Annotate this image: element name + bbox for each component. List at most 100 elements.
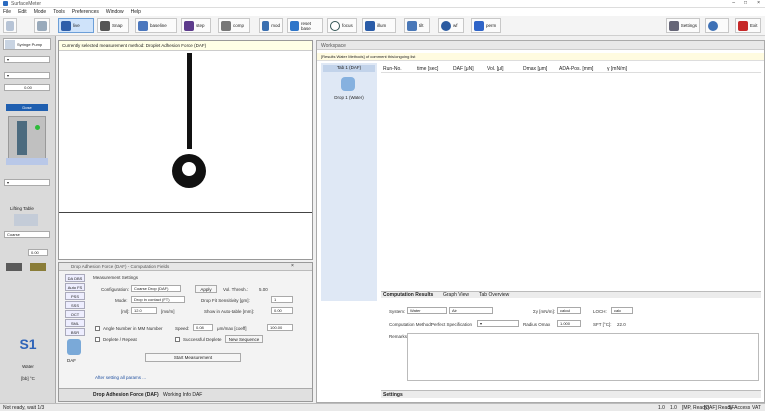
fit-sensitivity-field[interactable]: 1 (271, 296, 293, 303)
status-r1: 1.0 (658, 405, 665, 411)
lift-speed-select[interactable]: Coarse (4, 231, 50, 238)
computation-method-label: Computation Method: (389, 322, 433, 327)
pump-select[interactable]: ▾ (4, 56, 50, 63)
apply-button[interactable]: Apply (195, 285, 217, 293)
sub-field[interactable]: Air (449, 307, 493, 314)
reset-base-button[interactable]: reset base (287, 18, 323, 33)
mod-button[interactable]: mod (259, 18, 283, 33)
minimize-icon[interactable]: – (732, 0, 735, 6)
tab-working-info[interactable]: Working Info DAF (163, 392, 202, 398)
illum-button[interactable]: illum (362, 18, 396, 33)
lift-down-button[interactable] (6, 263, 22, 271)
side-tab-dadbs[interactable]: DA DBS (65, 274, 85, 282)
side-tab-bsr[interactable]: BSR (65, 328, 85, 336)
system-field[interactable]: Water (407, 307, 447, 314)
info-button[interactable] (705, 18, 729, 33)
info-icon (708, 20, 718, 31)
speed-field[interactable]: 0.08 (193, 324, 213, 331)
module-icon (262, 20, 270, 31)
baseline-button[interactable]: baseline (135, 18, 177, 33)
video-icon (61, 20, 71, 31)
drop-item[interactable]: Drop 1 (Water) (323, 95, 375, 100)
method-select[interactable]: ▾ (477, 320, 519, 327)
f1-label: [ml]: (121, 309, 130, 314)
deplete-checkbox[interactable] (95, 337, 100, 342)
remarks-textarea[interactable] (407, 333, 759, 381)
globe-icon (441, 20, 451, 31)
side-tab-sss[interactable]: SSS (65, 301, 85, 309)
menu-window[interactable]: Window (106, 9, 124, 15)
comp-button[interactable]: comp (218, 18, 250, 33)
edit-button[interactable] (34, 18, 50, 33)
show-label: Show in Auto-table [mm]: (204, 309, 255, 314)
close-icon[interactable]: × (757, 0, 760, 6)
lift-up-button[interactable] (30, 263, 46, 271)
camera-icon (100, 20, 110, 31)
wf-button[interactable]: wf (438, 18, 464, 33)
tab-graph-view[interactable]: Graph View (443, 292, 469, 298)
dose-button[interactable]: Dose (6, 104, 48, 111)
menu-file[interactable]: File (3, 9, 11, 15)
focus-button[interactable]: focus (327, 18, 357, 33)
rate-select[interactable]: ▾ (4, 72, 50, 79)
show-field[interactable]: 0.00 (271, 307, 293, 314)
mode-select[interactable]: Drop in contact (FT) (131, 296, 185, 303)
tab-daf[interactable]: Drop Adhesion Force (DAF) (93, 392, 159, 398)
menu-tools[interactable]: Tools (53, 9, 65, 15)
method-banner: Currently selected measurement method: D… (59, 41, 312, 51)
sigma-field[interactable]: calcul (557, 307, 581, 314)
new-sequence-button[interactable]: New Sequence (225, 335, 263, 343)
daf-dialog: Drop Adhesion Force (DAF) - Computation … (58, 262, 313, 402)
exit-button[interactable]: Exit (735, 18, 761, 33)
run-button[interactable]: perm (471, 18, 501, 33)
home-button[interactable] (3, 18, 17, 33)
group-label: Measurement Settings (93, 275, 139, 280)
step-button[interactable]: step (181, 18, 211, 33)
start-measurement-button[interactable]: Start Measurement (145, 353, 241, 362)
menu-help[interactable]: Help (131, 9, 141, 15)
results-table-header: Run-No. time [sec] DAF [μN] Vol. [μl] Dm… (381, 65, 761, 73)
light-icon (365, 20, 375, 31)
refill-button[interactable] (6, 158, 48, 165)
side-tab-autofs[interactable]: Auto FS (65, 283, 85, 291)
droplet-image (172, 53, 206, 188)
settings-button[interactable]: Settings (666, 18, 700, 33)
config-select[interactable]: Coarse Drop (DAF) (131, 285, 181, 292)
side-tab-sml[interactable]: SML (65, 319, 85, 327)
side-tab-pss[interactable]: PSS (65, 292, 85, 300)
tab-settings[interactable]: Settings (383, 392, 403, 398)
mode-select[interactable]: ▾ (4, 179, 50, 186)
maximize-icon[interactable]: □ (744, 0, 747, 6)
sft-value: 22.0 (617, 322, 626, 327)
loch-label: LOCH: (593, 309, 607, 314)
speed-field-2[interactable]: 100.00 (267, 324, 293, 331)
live-button[interactable]: live (58, 18, 94, 33)
menu-mode[interactable]: Mode (34, 9, 47, 15)
drop-tab[interactable]: Tab 1 (DAF) (323, 65, 375, 72)
dialog-close-icon[interactable]: × (291, 263, 294, 269)
volume-field[interactable]: 0.00 (4, 84, 50, 91)
side-tab-oct[interactable]: OCT (65, 310, 85, 318)
gear-icon (669, 20, 679, 31)
col-gamma: γ [mN/m] (607, 66, 627, 72)
temperature-readout: [bb] °C (21, 376, 35, 381)
after-setting-link[interactable]: After setting all params ... (95, 375, 146, 380)
angle-checkbox[interactable] (95, 326, 100, 331)
lift-position-field[interactable]: 0.00 (28, 249, 48, 256)
tilt-button[interactable]: tilt (404, 18, 430, 33)
tab-computation-results[interactable]: Computation Results (383, 292, 433, 298)
syringe-icon (5, 40, 15, 49)
radius-label: Radius Omax (523, 322, 551, 327)
menu-edit[interactable]: Edit (18, 9, 27, 15)
snap-button[interactable]: Snap (97, 18, 129, 33)
menu-preferences[interactable]: Preferences (72, 9, 99, 15)
radius-field[interactable]: 1.000 (557, 320, 581, 327)
loch-field[interactable]: calc (611, 307, 633, 314)
tab-overview[interactable]: Tab Overview (479, 292, 509, 298)
successful-checkbox[interactable] (175, 337, 180, 342)
baseline-line (59, 212, 312, 213)
fit-sensitivity-label: Drop Fit Sensitivity [gm]: (201, 298, 250, 303)
syringe-pump-box: Syringe Pump (3, 38, 51, 50)
pencil-icon (37, 20, 47, 31)
f1-field[interactable]: 12.0 (131, 307, 157, 314)
